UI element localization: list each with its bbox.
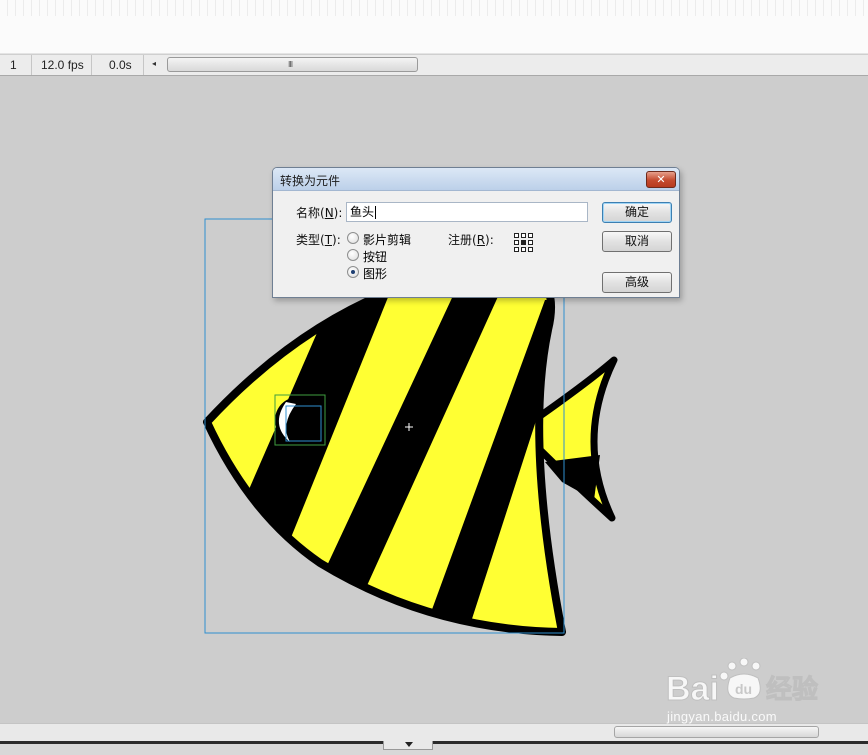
cancel-button[interactable]: 取消 <box>602 231 672 252</box>
watermark-url: jingyan.baidu.com <box>667 709 777 724</box>
symbol-name-input[interactable]: 鱼头 <box>346 202 588 222</box>
svg-text:Bai: Bai <box>666 670 719 708</box>
reg-point-top-left[interactable] <box>514 233 519 238</box>
close-button[interactable]: ✕ <box>646 171 676 188</box>
scroll-grip-icon: III <box>288 60 293 69</box>
registration-point-grid[interactable] <box>514 233 534 253</box>
elapsed-time-indicator: 0.0s <box>103 55 144 75</box>
radio-label: 图形 <box>363 267 388 281</box>
expand-panel-button[interactable] <box>383 741 433 750</box>
properties-panel-edge <box>0 744 868 755</box>
dialog-title: 转换为元件 <box>280 174 341 188</box>
current-frame-indicator: 1 <box>4 55 32 75</box>
scroll-left-arrow-icon[interactable]: ◂ <box>152 59 156 68</box>
radio-circle-icon[interactable] <box>347 232 359 244</box>
reg-point-bottom-right[interactable] <box>528 247 533 252</box>
reg-point-top-right[interactable] <box>528 233 533 238</box>
name-label: 名称(N): <box>296 206 343 220</box>
reg-point-center[interactable] <box>521 240 526 245</box>
convert-to-symbol-dialog: 转换为元件 ✕ 名称(N): 鱼头 类型(T): 影片剪辑 按钮 图形 注册(R… <box>272 167 680 298</box>
dialog-titlebar[interactable]: 转换为元件 ✕ <box>273 168 679 191</box>
radio-label: 影片剪辑 <box>363 233 412 247</box>
timeline-horizontal-scrollbar[interactable]: III <box>167 57 418 72</box>
timeline-frames-area[interactable] <box>0 0 868 54</box>
reg-point-bottom-left[interactable] <box>514 247 519 252</box>
reg-point-bottom-center[interactable] <box>521 247 526 252</box>
reg-point-middle-left[interactable] <box>514 240 519 245</box>
radio-circle-icon[interactable] <box>347 249 359 261</box>
baidu-logo-icon: Bai du 经验 <box>666 658 819 708</box>
ok-button[interactable]: 确定 <box>602 202 672 223</box>
radio-label: 按钮 <box>363 250 388 264</box>
tail-stripe <box>545 455 600 500</box>
radio-selected-icon[interactable] <box>347 266 359 278</box>
reg-point-middle-right[interactable] <box>528 240 533 245</box>
advanced-button[interactable]: 高级 <box>602 272 672 293</box>
timeline-status-bar: 1 12.0 fps 0.0s ◂ III <box>0 54 868 76</box>
timeline-frame-ruler[interactable] <box>0 0 868 16</box>
reg-point-top-center[interactable] <box>521 233 526 238</box>
svg-text:du: du <box>735 681 752 697</box>
svg-text:经验: 经验 <box>766 674 818 705</box>
symbol-name-value: 鱼头 <box>350 205 375 219</box>
type-label: 类型(T): <box>296 233 341 247</box>
expand-arrow-icon <box>405 742 413 747</box>
dialog-body: 名称(N): 鱼头 类型(T): 影片剪辑 按钮 图形 注册(R): 确定 取消… <box>273 192 679 297</box>
frame-rate-indicator[interactable]: 12.0 fps <box>35 55 92 75</box>
registration-label: 注册(R): <box>448 233 494 247</box>
baidu-jingyan-watermark: Bai du 经验 jingyan.baidu.com <box>664 658 864 728</box>
close-icon: ✕ <box>656 173 666 186</box>
